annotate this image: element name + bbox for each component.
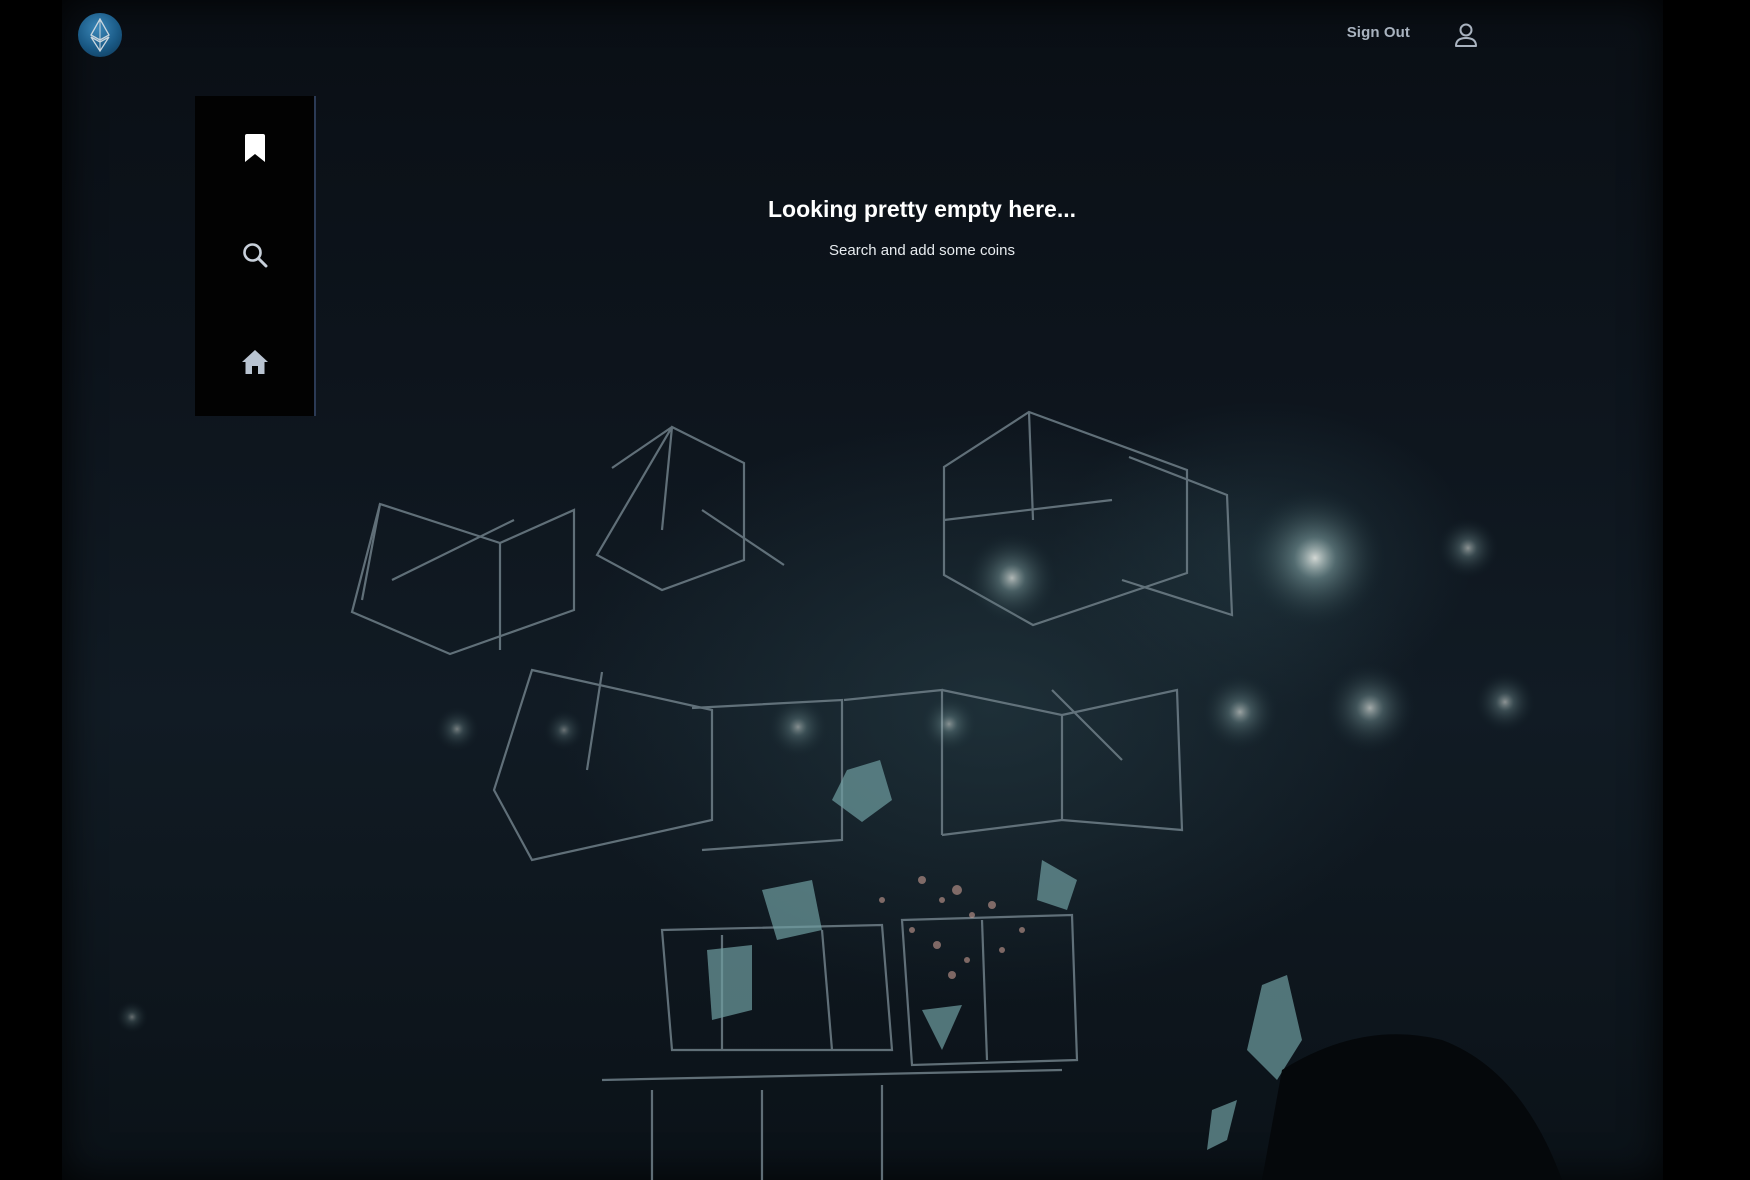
empty-state: Looking pretty empty here... Search and … [622,196,1222,259]
sidebar-item-bookmarks[interactable] [195,120,314,180]
sidebar-nav [195,96,316,416]
empty-state-subtitle: Search and add some coins [829,242,1015,259]
empty-state-title: Looking pretty empty here... [768,196,1076,222]
search-icon [242,242,268,273]
ethereum-logo-icon[interactable] [78,13,122,57]
sidebar-item-search[interactable] [195,227,314,287]
sign-out-button[interactable]: Sign Out [1347,24,1410,41]
user-icon[interactable] [1454,22,1478,48]
sidebar-item-home[interactable] [195,334,314,394]
app-page: Sign Out Looking pretty empty here... Se… [0,0,1750,1180]
top-navigation-bar: Sign Out [0,0,1750,70]
bookmark-icon [244,133,266,167]
home-icon [241,349,269,380]
